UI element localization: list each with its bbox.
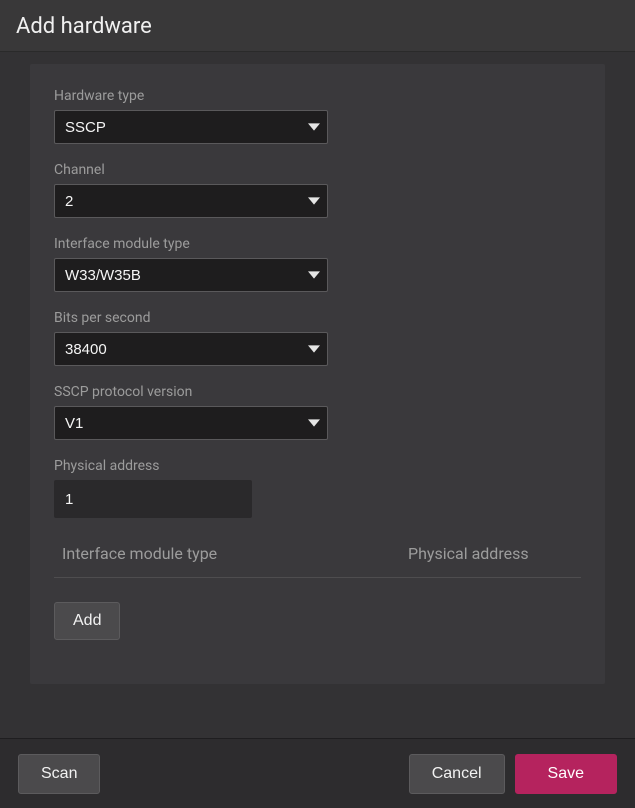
channel-select[interactable]: 2: [54, 184, 328, 218]
form-panel: Hardware type SSCP Channel 2: [30, 64, 605, 684]
modal-title: Add hardware: [16, 14, 619, 39]
hardware-type-select[interactable]: SSCP: [54, 110, 328, 144]
add-button[interactable]: Add: [54, 602, 120, 640]
sscp-protocol-version-select[interactable]: V1: [54, 406, 328, 440]
scan-button[interactable]: Scan: [18, 754, 100, 794]
field-hardware-type: Hardware type SSCP: [54, 88, 581, 144]
bits-per-second-label: Bits per second: [54, 310, 581, 326]
physical-address-input[interactable]: [54, 480, 252, 518]
save-button[interactable]: Save: [515, 754, 617, 794]
field-interface-module-type: Interface module type W33/W35B: [54, 236, 581, 292]
bits-per-second-select[interactable]: 38400: [54, 332, 328, 366]
cancel-button[interactable]: Cancel: [409, 754, 505, 794]
channel-label: Channel: [54, 162, 581, 178]
interface-module-type-label: Interface module type: [54, 236, 581, 252]
field-channel: Channel 2: [54, 162, 581, 218]
sscp-protocol-version-label: SSCP protocol version: [54, 384, 581, 400]
field-bits-per-second: Bits per second 38400: [54, 310, 581, 366]
field-physical-address: Physical address: [54, 458, 581, 518]
hardware-type-label: Hardware type: [54, 88, 581, 104]
modal-header: Add hardware: [0, 0, 635, 52]
modal-body: Hardware type SSCP Channel 2: [0, 52, 635, 738]
interface-module-type-select[interactable]: W33/W35B: [54, 258, 328, 292]
field-sscp-protocol-version: SSCP protocol version V1: [54, 384, 581, 440]
column-interface-module-type: Interface module type: [58, 544, 408, 563]
modal-footer: Scan Cancel Save: [0, 738, 635, 808]
column-physical-address: Physical address: [408, 544, 577, 563]
add-hardware-modal: Add hardware Hardware type SSCP Channel: [0, 0, 635, 808]
module-table-header: Interface module type Physical address: [54, 536, 581, 578]
physical-address-label: Physical address: [54, 458, 581, 474]
